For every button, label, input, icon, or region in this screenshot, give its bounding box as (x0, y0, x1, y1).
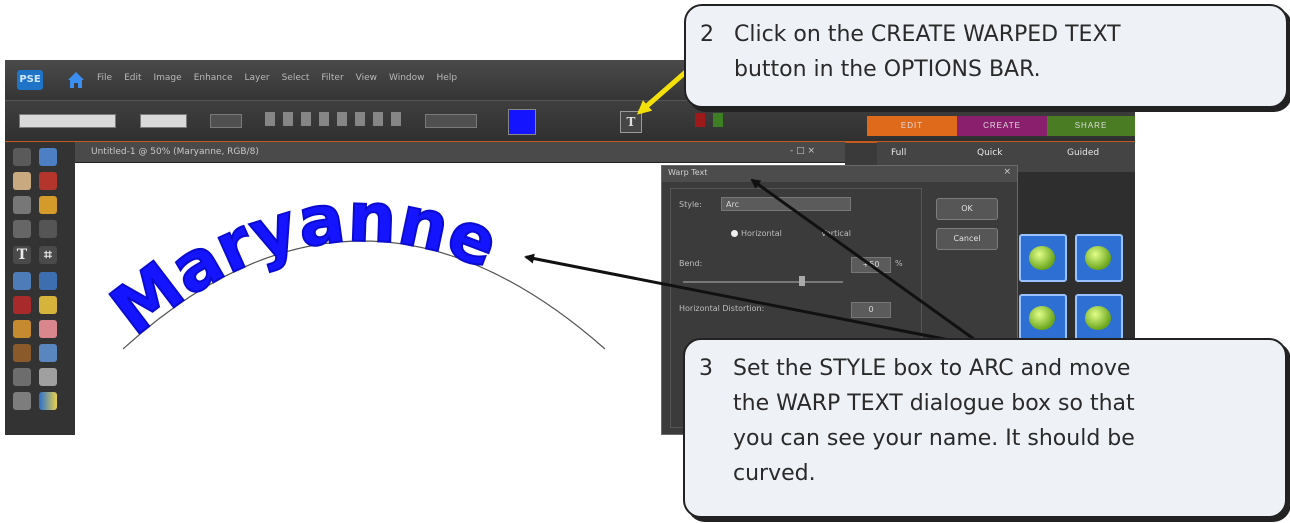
arrow-to-curved-text (524, 253, 986, 349)
arrow-to-style-box (750, 178, 986, 349)
callout-line: button in the OPTIONS BAR. (734, 57, 1041, 82)
yellow-arrow-to-warp-button (636, 68, 690, 115)
callout-line: Click on the CREATE WARPED TEXT (734, 22, 1121, 47)
step-number: 2 (700, 22, 714, 47)
callout-line: you can see your name. It should be (733, 426, 1135, 451)
step-number: 3 (699, 356, 713, 381)
callout-step-2: 2 Click on the CREATE WARPED TEXT button… (684, 4, 1288, 108)
callout-line: curved. (733, 461, 816, 486)
callout-line: Set the STYLE box to ARC and move (733, 356, 1131, 381)
callout-line: the WARP TEXT dialogue box so that (733, 391, 1135, 416)
callout-step-3: 3 Set the STYLE box to ARC and move the … (683, 338, 1287, 518)
